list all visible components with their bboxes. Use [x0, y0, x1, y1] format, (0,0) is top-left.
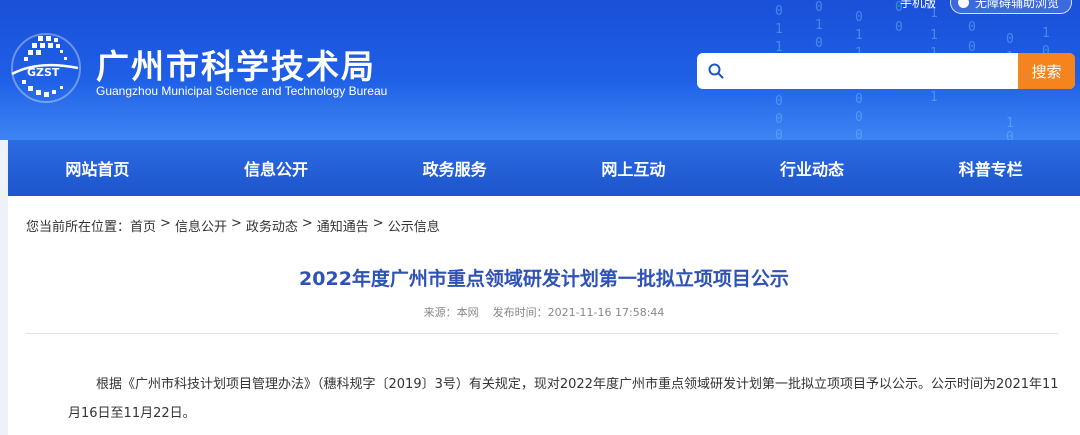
- divider: [26, 333, 1058, 334]
- breadcrumb-separator: >: [230, 216, 242, 231]
- logo-lettering: GZST: [27, 66, 60, 79]
- search-box: 搜索: [697, 53, 1075, 89]
- accessibility-icon: [957, 0, 969, 8]
- breadcrumb-prefix: 您当前所在位置：: [26, 220, 131, 235]
- article-source: 来源：本网: [423, 306, 479, 319]
- breadcrumb-separator: >: [301, 216, 313, 231]
- breadcrumb-item-info-disclosure[interactable]: 信息公开: [175, 216, 227, 235]
- content-panel: 您当前所在位置： 首页 > 信息公开 > 政务动态 > 通知通告 > 公示信息 …: [8, 196, 1080, 435]
- top-links: 手机版 无障碍辅助浏览: [900, 0, 1072, 14]
- breadcrumb-item-public-notice[interactable]: 公示信息: [388, 216, 440, 235]
- nav-item-online-interaction[interactable]: 网上互动: [544, 140, 723, 196]
- header-banner: 011 1000 01010 011000 001 11111 000 0101…: [0, 0, 1080, 140]
- article-body: 根据《广州市科技计划项目管理办法》（穗科规字〔2019〕3号）有关规定，现对20…: [68, 377, 1059, 421]
- article-time-label: 发布时间：: [492, 306, 548, 319]
- breadcrumb: 您当前所在位置： 首页 > 信息公开 > 政务动态 > 通知通告 > 公示信息: [26, 216, 440, 235]
- accessibility-button[interactable]: 无障碍辅助浏览: [949, 0, 1072, 14]
- nav-item-science-popularization[interactable]: 科普专栏: [901, 140, 1080, 196]
- gzst-logo-icon: GZST: [11, 33, 81, 103]
- search-input[interactable]: [735, 53, 1018, 89]
- article-meta: 来源：本网 发布时间：2021-11-16 17:58:44: [8, 304, 1080, 320]
- nav-item-info-disclosure[interactable]: 信息公开: [187, 140, 366, 196]
- search-button[interactable]: 搜索: [1018, 53, 1075, 89]
- site-subtitle: Guangzhou Municipal Science and Technolo…: [96, 84, 388, 98]
- article-title: 2022年度广州市重点领域研发计划第一批拟立项项目公示: [299, 268, 789, 290]
- breadcrumb-item-notices[interactable]: 通知通告: [317, 216, 369, 235]
- article-time: 2021-11-16 17:58:44: [547, 306, 665, 319]
- breadcrumb-item-government-news[interactable]: 政务动态: [246, 216, 298, 235]
- breadcrumb-item-home[interactable]: 首页: [130, 216, 156, 235]
- accessibility-label: 无障碍辅助浏览: [974, 0, 1059, 10]
- site-title: 广州市科学技术局: [96, 47, 376, 86]
- nav-item-home[interactable]: 网站首页: [8, 140, 187, 196]
- breadcrumb-separator: >: [372, 216, 384, 231]
- nav-item-government-services[interactable]: 政务服务: [365, 140, 544, 196]
- nav-item-industry-news[interactable]: 行业动态: [723, 140, 902, 196]
- main-nav: 网站首页 信息公开 政务服务 网上互动 行业动态 科普专栏: [8, 140, 1080, 196]
- breadcrumb-separator: >: [160, 216, 171, 231]
- mobile-version-link[interactable]: 手机版: [900, 0, 936, 11]
- search-icon: [697, 53, 735, 89]
